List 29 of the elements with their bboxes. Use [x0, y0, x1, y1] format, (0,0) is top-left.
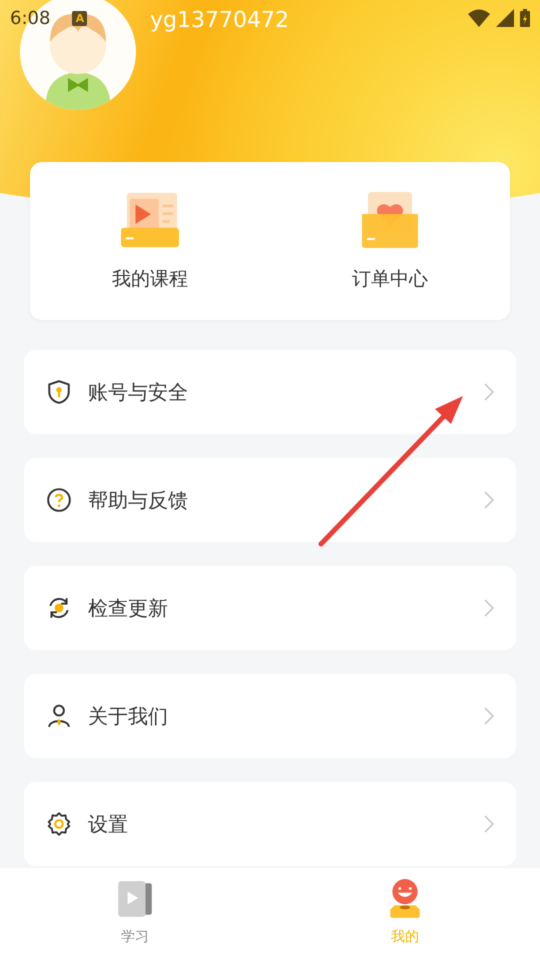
- menu-item[interactable]: 关于我们: [24, 674, 516, 758]
- notification-icon: A: [72, 10, 88, 26]
- menu-label: 设置: [88, 810, 128, 838]
- chevron-icon: [484, 815, 494, 833]
- chevron-icon: [484, 491, 494, 509]
- menu-label: 检查更新: [88, 594, 168, 622]
- menu-item[interactable]: 帮助与反馈: [24, 458, 516, 542]
- menu-label: 账号与安全: [88, 378, 188, 406]
- chevron-icon: [484, 599, 494, 617]
- chevron-icon: [484, 383, 494, 401]
- battery-icon: [520, 9, 530, 27]
- question-icon: [46, 487, 72, 513]
- menu-item[interactable]: 设置: [24, 782, 516, 866]
- video-tray-icon: [121, 192, 179, 248]
- menu-item[interactable]: 账号与安全: [24, 350, 516, 434]
- shortcut-label[interactable]: 订单中心: [352, 266, 428, 292]
- settings-icon: [46, 811, 72, 837]
- shortcut-label[interactable]: 我的课程: [112, 266, 188, 292]
- person-icon: [46, 703, 72, 729]
- username: yg13770472: [150, 8, 289, 33]
- shield-icon: [46, 379, 72, 405]
- menu-item[interactable]: 检查更新: [24, 566, 516, 650]
- heart-folder-icon: [361, 192, 419, 248]
- menu-label: 关于我们: [88, 702, 168, 730]
- wifi-icon: [468, 9, 490, 27]
- chevron-icon: [484, 707, 494, 725]
- signal-icon: [496, 9, 514, 27]
- nav-tab[interactable]: 学习: [0, 868, 270, 960]
- menu-label: 帮助与反馈: [88, 486, 188, 514]
